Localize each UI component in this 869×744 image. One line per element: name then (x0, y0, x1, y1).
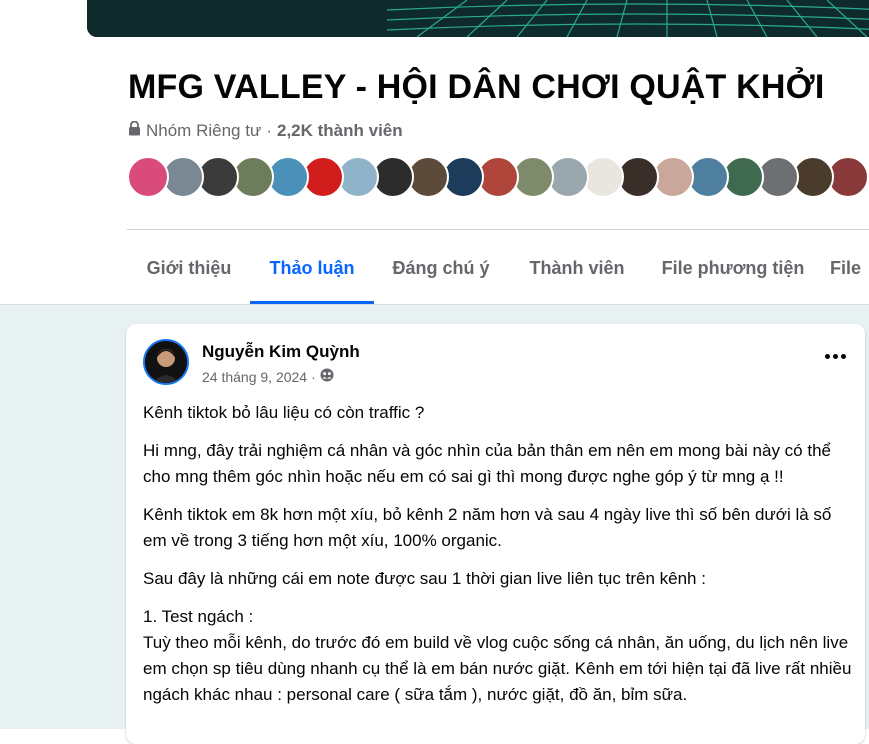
tab-about[interactable]: Giới thiệu (127, 230, 251, 304)
group-meta: Nhóm Riêng tư · 2,2K thành viên (128, 120, 403, 141)
tab-discussion[interactable]: Thảo luận (250, 230, 374, 304)
timestamp-separator: · (311, 368, 316, 385)
post-paragraph: Hi mng, đây trải nghiệm cá nhân và góc n… (143, 441, 831, 486)
more-dot-icon (824, 353, 830, 359)
privacy-label: Nhóm Riêng tư (146, 121, 262, 140)
member-avatar[interactable] (127, 156, 169, 198)
more-dot-icon (832, 353, 838, 359)
post-author-name[interactable]: Nguyễn Kim Quỳnh (202, 342, 360, 362)
post-section-heading: 1. Test ngách : (143, 607, 254, 626)
post-more-options-button[interactable] (823, 349, 847, 363)
more-dot-icon (840, 353, 846, 359)
post-timestamp-row: 24 tháng 9, 2024 · (202, 368, 334, 385)
group-tabs: Giới thiệu Thảo luận Đáng chú ý Thành vi… (127, 230, 869, 304)
group-cover-banner (87, 0, 869, 37)
member-count-link[interactable]: 2,2K thành viên (277, 121, 403, 141)
post-card: Nguyễn Kim Quỳnh 24 tháng 9, 2024 · Kênh… (126, 324, 865, 744)
tab-members[interactable]: Thành viên (511, 230, 643, 304)
post-paragraph: Kênh tiktok bỏ lâu liệu có còn traffic ? (143, 403, 425, 422)
cover-grid-graphic (87, 0, 869, 37)
tab-featured[interactable]: Đáng chú ý (377, 230, 505, 304)
group-title[interactable]: MFG VALLEY - HỘI DÂN CHƠI QUẬT KHỞI (128, 68, 825, 107)
author-avatar[interactable] (143, 339, 189, 385)
post-section-text: Tuỳ theo mỗi kênh, do trước đó em build … (143, 633, 852, 704)
post-paragraph: Sau đây là những cái em note được sau 1 … (143, 569, 706, 588)
meta-separator: · (266, 121, 272, 140)
post-content: Kênh tiktok bỏ lâu liệu có còn traffic ?… (143, 400, 855, 708)
lock-icon (128, 120, 141, 141)
tab-media[interactable]: File phương tiện (648, 230, 818, 304)
group-icon (320, 368, 334, 385)
post-paragraph: Kênh tiktok em 8k hơn một xíu, bỏ kênh 2… (143, 505, 832, 550)
post-date[interactable]: 24 tháng 9, 2024 (202, 369, 307, 385)
tab-files[interactable]: File (830, 230, 869, 304)
